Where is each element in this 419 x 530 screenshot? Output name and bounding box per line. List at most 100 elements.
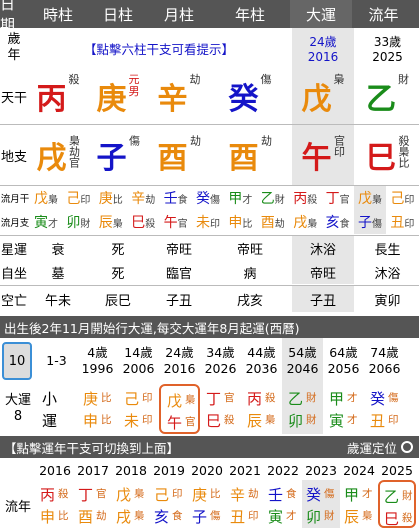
branch-cell-5[interactable]: 巳殺梟比 [356,125,419,185]
liunian-cell-2[interactable]: 戊戌梟梟 [112,480,150,528]
liunian-year-6[interactable]: 2022 [264,460,302,480]
liuyue_branches-cell-3[interactable]: 巳殺 [127,210,159,234]
dayun-cell-4[interactable]: 丁巳官殺 [200,384,241,434]
liuyue_branches-cell-4[interactable]: 午官 [160,210,192,234]
liuyue_stems-cell-6[interactable]: 甲才 [224,186,256,210]
liunian-cell-0[interactable]: 丙申殺比 [36,480,74,528]
liuyue_branches-tag: 食 [339,218,350,230]
header-5: 大運 [290,0,352,28]
branch-cell-4[interactable]: 午官印 [292,125,354,185]
liunian-cell-4[interactable]: 庚子比傷 [188,480,226,528]
locate-button[interactable]: 歲運定位 [347,438,413,457]
branch-tag: 殺梟比 [397,135,410,168]
liunian-branch: 辰 [344,508,360,526]
dayun-year: 2056 [327,361,360,376]
stem-cell-2[interactable]: 辛劫 [148,68,210,124]
liuyue_branches-cell-9[interactable]: 亥食 [322,210,354,234]
dayun-header-5[interactable]: 44歲 2036 [241,338,282,384]
branch-cell-1[interactable]: 子傷 [88,125,148,185]
liuyue_branches-cell-11[interactable]: 丑印 [386,210,418,234]
liuyue_stems-cell-4[interactable]: 壬食 [160,186,192,210]
dayun-cell-5[interactable]: 丙辰殺梟 [241,384,282,434]
liuyue_stems-cell-0[interactable]: 戊梟 [30,186,62,210]
dayun-header-2[interactable]: 14歲 2006 [118,338,159,384]
dayun-cell-0[interactable]: 小運 [36,384,77,434]
dayun-cell-8[interactable]: 癸丑傷印 [364,384,405,434]
dayun-header-0[interactable]: 1-3 [36,338,77,384]
dayun-cell-2[interactable]: 己未印印 [118,384,159,434]
hint-link[interactable]: 【點擊六柱干支可看提示】 [28,28,290,68]
dayun-header-1[interactable]: 4歲 1996 [77,338,118,384]
liunian-cell-6[interactable]: 壬寅食才 [264,480,302,528]
liuyue_branches-cell-8[interactable]: 戌梟 [289,210,321,234]
liuyue_stems-tag: 殺 [307,194,318,206]
liuyue_stems-cell-2[interactable]: 庚比 [95,186,127,210]
liunian-cell-1[interactable]: 丁酉官劫 [74,480,112,528]
liuyue_branches-cell-10[interactable]: 子傷 [354,210,386,234]
liuyue_stems-cell-11[interactable]: 己印 [386,186,418,210]
dayun-header-6[interactable]: 54歲 2046 [282,338,323,384]
liunian-cell-7[interactable]: 癸卯傷財 [302,480,340,528]
branch-cell-0[interactable]: 戌梟劫官 [28,125,88,185]
liuyue_stems-cell-5[interactable]: 癸傷 [192,186,224,210]
branch-cell-3[interactable]: 酉劫 [210,125,290,185]
stem-cell-5[interactable]: 乙財 [356,68,419,124]
liunian-cells-row: 流年 丙申殺比丁酉官劫戊戌梟梟己亥印食庚子比傷辛丑劫印壬寅食才癸卯傷財甲辰才梟乙… [0,480,419,530]
liunian-cell-5[interactable]: 辛丑劫印 [226,480,264,528]
branch-tag: 劫 [259,135,273,146]
liuyue_stems-cell-1[interactable]: 己印 [62,186,94,210]
dayun-header-7[interactable]: 64歲 2056 [323,338,364,384]
switch-bar: 【點擊運年干支可切換到上面】 歲運定位 [0,436,419,458]
liunian-year-3[interactable]: 2019 [150,460,188,480]
liuyue_branches-cell-6[interactable]: 申比 [224,210,256,234]
stem-cell-4[interactable]: 戊梟 [292,68,354,124]
liunian-cell-8[interactable]: 甲辰才梟 [340,480,378,528]
liuyue_stems-cell-10[interactable]: 戊梟 [354,186,386,210]
dayun-header-3[interactable]: 24歲 2016 [159,338,200,384]
dayun-selected[interactable]: 10 [2,342,32,380]
dayun-cell-1[interactable]: 庚申比比 [77,384,118,434]
dayun-cell-3[interactable]: 戊午梟官 [159,384,200,434]
stem-cell-3[interactable]: 癸傷 [210,68,290,124]
liunian-cell-3[interactable]: 己亥印食 [150,480,188,528]
kongwang-cell-4: 子丑 [292,286,354,312]
dayun-cell-7[interactable]: 甲寅才才 [323,384,364,434]
liunian-cell-9[interactable]: 乙巳財殺 [378,480,416,528]
liuyue_stems-cell-9[interactable]: 丁官 [322,186,354,210]
liuyue_stems-cell-7[interactable]: 乙財 [257,186,289,210]
liuyue_branches-cell-1[interactable]: 卯財 [62,210,94,234]
xingyun-cell-3: 帝旺 [236,242,263,258]
zizuo-cell-4: 帝旺 [292,260,354,284]
dayun-stem-tag: 才 [347,392,358,404]
kongwang-row: 空亡 午未 辰巳 子丑 戌亥 子丑 寅卯 [0,286,419,312]
liuyue_branches-cell-7[interactable]: 酉劫 [257,210,289,234]
liuyue_branches-cell-0[interactable]: 寅才 [30,210,62,234]
dayun-header-8[interactable]: 74歲 2066 [364,338,405,384]
liunian-year-0[interactable]: 2016 [36,460,74,480]
liunian-year-9[interactable]: 2025 [378,460,416,480]
liuyue_stems-cell-8[interactable]: 丙殺 [289,186,321,210]
liuyue_branches-tag: 梟 [307,218,318,230]
zizuo-label: 自坐 [0,266,27,282]
liunian-year-8[interactable]: 2024 [340,460,378,480]
liuyue_stems-cell-3[interactable]: 辛劫 [127,186,159,210]
liunian-year-1[interactable]: 2017 [74,460,112,480]
liunian-year-7[interactable]: 2023 [302,460,340,480]
branch-cell-2[interactable]: 酉劫 [148,125,210,185]
dayun-header-4[interactable]: 34歲 2026 [200,338,241,384]
liunian-branch-tag: 才 [286,510,297,522]
dayun-branch-tag: 官 [185,416,196,428]
liuyue_stems-char: 丙 [293,191,308,207]
dayun-cell-6[interactable]: 乙卯財財 [282,384,323,434]
stem-cell-1[interactable]: 庚元 男 [88,68,148,124]
stem-cell-0[interactable]: 丙殺 [28,68,88,124]
liunian-year-5[interactable]: 2021 [226,460,264,480]
liuyue_branches-cell-5[interactable]: 未印 [192,210,224,234]
liuyue_branches-cell-2[interactable]: 辰梟 [95,210,127,234]
branch-char: 酉 [157,141,188,176]
liunian-year-4[interactable]: 2020 [188,460,226,480]
current-liunian-age: 33歲 2025 [372,34,403,64]
liunian-year-2[interactable]: 2018 [112,460,150,480]
liunian-stem-tag: 梟 [134,488,145,500]
kongwang-cell-3: 戌亥 [236,293,263,309]
